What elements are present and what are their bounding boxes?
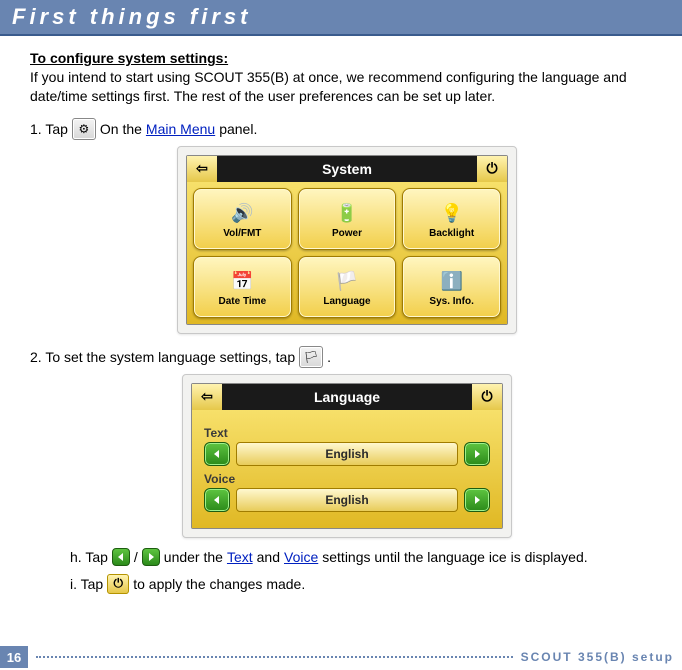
- system-tile-date-time[interactable]: 📅Date Time: [193, 256, 292, 318]
- spinner-value: English: [236, 442, 458, 466]
- section-header: First things first: [0, 0, 682, 36]
- tile-label: Power: [332, 228, 362, 239]
- power-icon[interactable]: ⏻: [477, 156, 507, 182]
- section-title: First things first: [12, 4, 251, 30]
- datetime-icon: 📅: [225, 266, 259, 296]
- spinner-voice: English: [204, 488, 490, 512]
- page-number: 16: [0, 646, 28, 668]
- step-1-end: panel.: [219, 121, 257, 137]
- next-arrow-icon[interactable]: [464, 442, 490, 466]
- sub-h-and: and: [257, 549, 280, 565]
- prev-arrow-icon[interactable]: [204, 488, 230, 512]
- voice-link[interactable]: Voice: [284, 549, 318, 565]
- tile-label: Sys. Info.: [429, 296, 473, 307]
- configure-icon: ⚙: [72, 118, 96, 140]
- sub-h-mid: /: [134, 549, 138, 565]
- lang-power-icon[interactable]: ⏻: [472, 384, 502, 410]
- language-screenshot-frame: ⇦ Language ⏻ Text English Voice English: [182, 374, 512, 538]
- language-icon: 🏳️: [330, 266, 364, 296]
- content-area: To configure system settings: If you int…: [0, 36, 682, 594]
- system-screenshot-frame: ⇦ System ⏻ 🔊Vol/FMT🔋Power💡Backlight📅Date…: [177, 146, 517, 334]
- intro-paragraph: If you intend to start using SCOUT 355(B…: [30, 68, 664, 106]
- step-1: 1. Tap ⚙ On the Main Menu panel.: [30, 118, 664, 140]
- tile-label: Language: [323, 296, 370, 307]
- footer-dots: [36, 656, 513, 658]
- step-2: 2. To set the system language settings, …: [30, 346, 664, 368]
- step-2-after: .: [327, 349, 331, 365]
- tile-label: Backlight: [429, 228, 474, 239]
- apply-icon: ⏻: [107, 574, 129, 594]
- right-arrow-icon: [142, 548, 160, 566]
- substep-h: h. Tap / under the Text and Voice settin…: [70, 548, 664, 566]
- next-arrow-icon[interactable]: [464, 488, 490, 512]
- left-arrow-icon: [112, 548, 130, 566]
- tile-label: Vol/FMT: [223, 228, 261, 239]
- volume-icon: 🔊: [225, 198, 259, 228]
- lang-section-label-text: Text: [204, 426, 490, 440]
- step-1-mid: On the: [100, 121, 142, 137]
- language-topbar: ⇦ Language ⏻: [192, 384, 502, 410]
- step-1-prefix: 1. Tap: [30, 121, 68, 137]
- main-menu-link[interactable]: Main Menu: [146, 121, 215, 137]
- spinner-text: English: [204, 442, 490, 466]
- sub-h-after: under the: [164, 549, 223, 565]
- tile-label: Date Time: [219, 296, 267, 307]
- substep-i: i. Tap ⏻ to apply the changes made.: [70, 574, 664, 594]
- system-screen: ⇦ System ⏻ 🔊Vol/FMT🔋Power💡Backlight📅Date…: [186, 155, 508, 325]
- config-heading: To configure system settings:: [30, 50, 664, 66]
- spinner-value: English: [236, 488, 458, 512]
- sub-i-prefix: i. Tap: [70, 576, 103, 592]
- footer-label: SCOUT 355(B) setup: [521, 650, 682, 664]
- sub-h-prefix: h. Tap: [70, 549, 108, 565]
- prev-arrow-icon[interactable]: [204, 442, 230, 466]
- sysinfo-icon: ℹ️: [435, 266, 469, 296]
- back-icon[interactable]: ⇦: [187, 156, 217, 182]
- step-2-before: 2. To set the system language settings, …: [30, 349, 295, 365]
- lang-back-icon[interactable]: ⇦: [192, 384, 222, 410]
- backlight-icon: 💡: [435, 198, 469, 228]
- sub-h-rest: settings until the language ice is displ…: [322, 549, 587, 565]
- flags-icon: 🏳: [299, 346, 323, 368]
- lang-section-label-voice: Voice: [204, 472, 490, 486]
- system-title: System: [217, 161, 477, 177]
- system-tile-backlight[interactable]: 💡Backlight: [402, 188, 501, 250]
- system-tile-power[interactable]: 🔋Power: [298, 188, 397, 250]
- text-link[interactable]: Text: [227, 549, 253, 565]
- system-topbar: ⇦ System ⏻: [187, 156, 507, 182]
- system-tile-vol-fmt[interactable]: 🔊Vol/FMT: [193, 188, 292, 250]
- system-tile-sys-info-[interactable]: ℹ️Sys. Info.: [402, 256, 501, 318]
- language-title: Language: [222, 389, 472, 405]
- sub-i-rest: to apply the changes made.: [133, 576, 305, 592]
- language-screen: ⇦ Language ⏻ Text English Voice English: [191, 383, 503, 529]
- system-tile-language[interactable]: 🏳️Language: [298, 256, 397, 318]
- power-icon: 🔋: [330, 198, 364, 228]
- page-footer: 16 SCOUT 355(B) setup: [0, 644, 682, 670]
